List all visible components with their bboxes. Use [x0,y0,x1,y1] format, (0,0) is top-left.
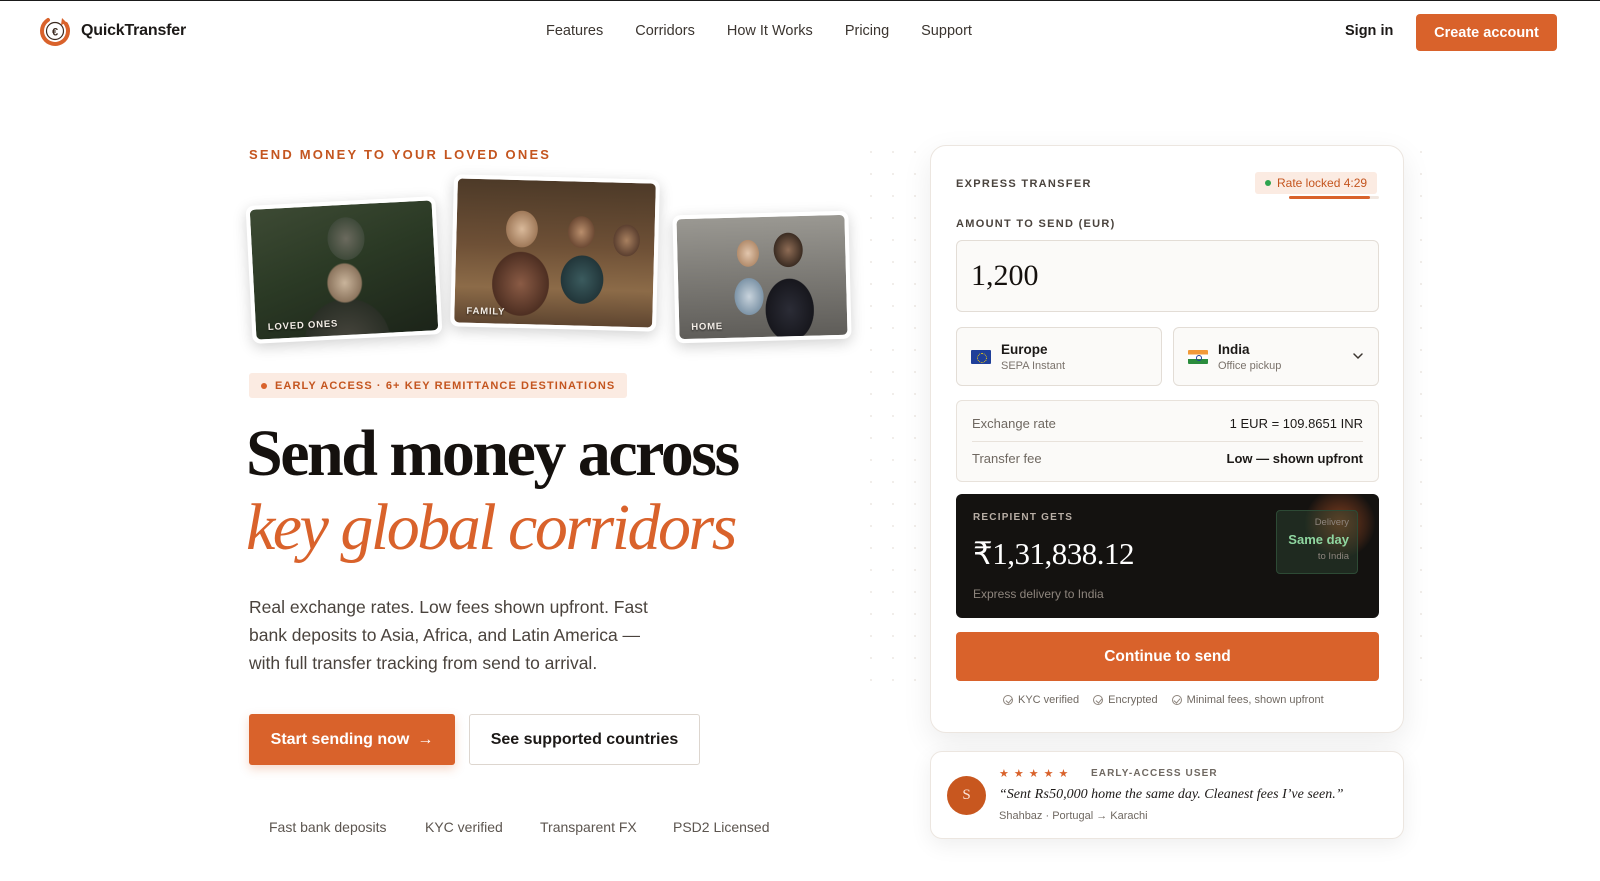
check-circle-icon [1003,695,1013,705]
hero-description: Real exchange rates. Low fees shown upfr… [249,597,648,673]
create-account-button[interactable]: Create account [1416,14,1557,51]
recipient-gets-panel: RECIPIENT GETS ₹1,31,838.12 Express deli… [956,494,1379,618]
recipient-amount: ₹1,31,838.12 [973,536,1134,571]
trust-fees: Minimal fees, shown upfront [1171,694,1324,706]
photo-home: HOME [672,210,852,344]
amount-input[interactable] [956,240,1379,312]
hero-headline-accent: key global corridors [246,491,737,564]
start-sending-label: Start sending now [270,730,410,748]
testimonial-card: S ★★★★★ EARLY-ACCESS USER “Sent ₨50,000 … [930,751,1404,839]
trust-encrypted: Encrypted [1093,694,1158,706]
svg-text:€: € [52,27,58,39]
delivery-label: Delivery [1314,517,1349,528]
testimonial-quote: “Sent ₨50,000 home the same day. Cleanes… [999,787,1344,802]
status-dot-icon [1265,180,1271,186]
trust-row: Fast bank deposits KYC verified Transpar… [269,819,770,835]
trust-fees-label: Minimal fees, shown upfront [1186,694,1324,706]
rate-lock-text: Rate locked 4:29 [1277,176,1368,190]
arrow-right-icon: → [417,730,434,748]
trust-item: PSD2 Licensed [673,819,770,835]
transfer-fee-row: Transfer fee Low — shown upfront [972,451,1363,466]
photo-caption: FAMILY [466,305,506,318]
hero-eyebrow: SEND MONEY TO YOUR LOVED ONES [249,147,552,162]
to-country-selector[interactable]: India Office pickup [1173,327,1379,386]
see-countries-button[interactable]: See supported countries [469,714,700,765]
check-circle-icon [1171,695,1182,705]
exchange-rate-value: 1 EUR = 109.8651 INR [1229,416,1363,431]
amount-label: AMOUNT TO SEND (EUR) [956,218,1116,230]
hero-headline: Send money across [246,417,740,490]
transfer-fee-value: Low — shown upfront [1226,451,1363,466]
early-access-text: EARLY ACCESS · 6+ KEY REMITTANCE DESTINA… [275,379,616,392]
nav-link-features[interactable]: Features [546,23,603,39]
avatar: S [947,776,986,815]
nav-link-pricing[interactable]: Pricing [845,23,889,39]
photo-family: FAMILY [450,174,660,332]
photo-caption: LOVED ONES [267,318,339,334]
star-rating-icon: ★★★★★ [999,768,1074,780]
recipient-delivery-note: Express delivery to India [973,587,1104,601]
rate-lock-progress [1289,196,1379,199]
rate-lock-progress-fill [1289,196,1370,199]
trust-encrypted-label: Encrypted [1108,694,1158,706]
top-nav: € QuickTransfer Features Corridors How I… [0,1,1600,65]
trust-kyc-label: KYC verified [1018,694,1080,706]
card-label: EXPRESS TRANSFER [956,178,1092,190]
nav-link-corridors[interactable]: Corridors [635,23,695,39]
quicktransfer-logo-icon: € [40,18,70,46]
trust-item: Fast bank deposits [269,819,387,835]
eu-flag-icon [971,349,991,364]
delivery-badge: Delivery Same day to India [1276,510,1358,574]
photo-loved-ones: LOVED ONES [245,196,443,344]
start-sending-button[interactable]: Start sending now → [249,714,455,765]
user-tag: EARLY-ACCESS USER [1091,768,1218,779]
recipient-label: RECIPIENT GETS [973,512,1074,523]
transfer-card: EXPRESS TRANSFER Rate locked 4:29 AMOUNT… [930,145,1404,733]
testimonial-author: Shahbaz · Portugal → Karachi [999,810,1148,822]
trust-item: Transparent FX [540,819,637,835]
nav-link-support[interactable]: Support [921,23,972,39]
card-trust-row: KYC verified Encrypted Minimal fees, sho… [1003,694,1324,706]
to-country-name: India [1218,341,1250,357]
transfer-fee-label: Transfer fee [972,451,1042,466]
rate-details: Exchange rate 1 EUR = 109.8651 INR Trans… [956,400,1379,482]
exchange-rate-label: Exchange rate [972,416,1056,431]
photo-caption: HOME [691,321,724,333]
brand[interactable]: € QuickTransfer [38,14,186,48]
chevron-down-icon [1353,353,1363,360]
trust-kyc: KYC verified [1003,694,1079,706]
delivery-destination: to India [1317,551,1349,562]
from-region-name: Europe [1001,341,1048,357]
rate-lock-badge: Rate locked 4:29 [1255,172,1378,194]
brand-name: QuickTransfer [81,22,187,39]
delivery-speed: Same day [1288,532,1349,547]
from-region-method: SEPA Instant [1001,359,1066,372]
sign-in-link[interactable]: Sign in [1345,23,1393,39]
nav-link-how-it-works[interactable]: How It Works [727,23,813,39]
badge-dot-icon [261,382,267,389]
continue-to-send-button[interactable]: Continue to send [956,632,1379,681]
exchange-rate-row: Exchange rate 1 EUR = 109.8651 INR [972,416,1363,431]
from-region-selector[interactable]: Europe SEPA Instant [956,327,1162,386]
india-flag-icon [1188,349,1208,364]
check-circle-icon [1093,695,1104,705]
to-country-method: Office pickup [1218,359,1282,372]
early-access-badge: EARLY ACCESS · 6+ KEY REMITTANCE DESTINA… [249,373,628,398]
nav-links: Features Corridors How It Works Pricing … [546,23,972,39]
trust-item: KYC verified [425,819,503,835]
divider [972,441,1363,442]
